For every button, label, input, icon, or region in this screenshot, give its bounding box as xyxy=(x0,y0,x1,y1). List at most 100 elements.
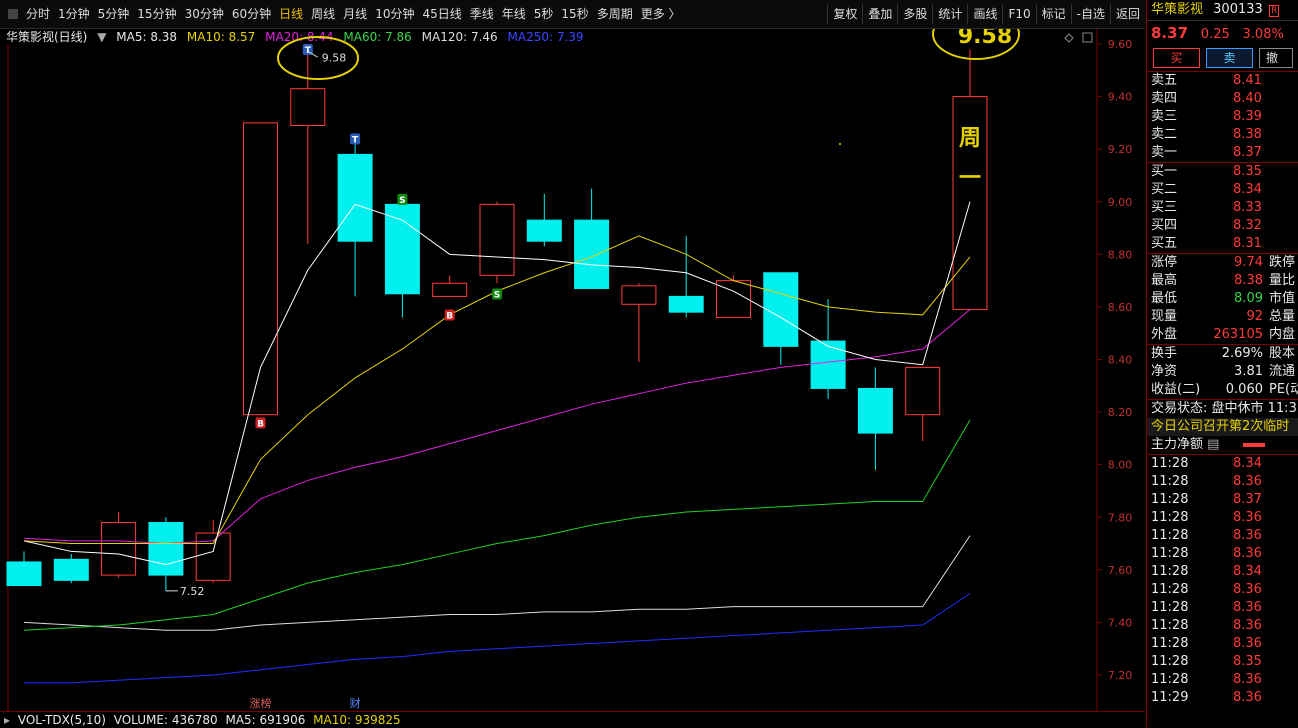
tick-time: 11:28 xyxy=(1151,528,1189,543)
tick-price: 8.36 xyxy=(1233,690,1262,705)
axis-tick-label: 8.40 xyxy=(1108,354,1133,367)
toolbar-button-6[interactable]: 标记 xyxy=(1035,4,1071,24)
bid-price: 8.35 xyxy=(1233,164,1262,179)
stat-row: 最低 8.09 市值 xyxy=(1147,290,1298,308)
period-tab-13[interactable]: 5秒 xyxy=(530,0,558,28)
candle-body xyxy=(526,219,562,242)
toolbar-button-5[interactable]: F10 xyxy=(1002,4,1035,24)
period-tab-5[interactable]: 60分钟 xyxy=(228,0,275,28)
news-ticker[interactable]: 今日公司召开第2次临时 xyxy=(1147,418,1298,436)
fund-label: 换手 xyxy=(1151,346,1178,361)
period-tab-8[interactable]: 月线 xyxy=(339,0,371,28)
tick-row: 11:28 8.36 xyxy=(1147,617,1298,635)
candle-body xyxy=(857,387,893,434)
toolbar-button-8[interactable]: 返回 xyxy=(1109,4,1145,24)
fund-label: 净资 xyxy=(1151,364,1178,379)
toolbar-button-3[interactable]: 统计 xyxy=(932,4,967,24)
kline-chart[interactable]: 9.60 9.40 9.20 9.00 8.80 8.60 8.40 8.20 8.00 7.80… xyxy=(0,29,1145,713)
period-tab-2[interactable]: 5分钟 xyxy=(94,0,134,28)
tick-price: 8.34 xyxy=(1233,456,1262,471)
cai-tag: 财 xyxy=(350,696,361,710)
toolbar-button-4[interactable]: 画线 xyxy=(967,4,1002,24)
tick-price: 8.36 xyxy=(1233,600,1262,615)
candle-body xyxy=(243,122,278,416)
period-tab-14[interactable]: 15秒 xyxy=(557,0,592,28)
vol-indicator-label[interactable]: VOL-TDX(5,10) xyxy=(18,713,106,727)
period-tab-12[interactable]: 年线 xyxy=(498,0,530,28)
candle-body xyxy=(668,295,704,313)
bid-levels: 买一 8.35 买二 8.34 买三 8.33 买四 8.32 买五 8.31 xyxy=(1147,163,1298,253)
ask-row: 卖一 8.37 xyxy=(1147,144,1298,162)
kline-svg[interactable]: 9.60 9.40 9.20 9.00 8.80 8.60 8.40 8.20 8.00 7.80… xyxy=(0,29,1145,713)
candle-body xyxy=(574,219,610,290)
t-marker: T xyxy=(352,135,359,145)
ask-price: 8.39 xyxy=(1233,109,1262,124)
axis-tick-label: 7.80 xyxy=(1108,511,1133,524)
tick-row: 11:28 8.36 xyxy=(1147,581,1298,599)
period-toolbar: 分时 1分钟 5分钟 15分钟 30分钟 60分钟 日线 周线 月线 10分钟 45日线 季线 年线 5秒… xyxy=(0,0,1145,29)
tick-row: 11:28 8.37 xyxy=(1147,491,1298,509)
price-change-pct: 3.08% xyxy=(1242,27,1284,42)
tick-list[interactable]: 11:28 8.34 11:28 8.36 11:28 8.37 11:28 8.36 11:2… xyxy=(1147,455,1298,707)
period-tab-6[interactable]: 日线 xyxy=(275,0,307,28)
bid-label: 买三 xyxy=(1151,200,1178,215)
tick-row: 11:28 8.34 xyxy=(1147,563,1298,581)
toolbar-button-1[interactable]: 叠加 xyxy=(862,4,897,24)
volume-collapse-icon[interactable]: ▸ xyxy=(4,713,10,727)
tick-row: 11:28 8.35 xyxy=(1147,653,1298,671)
sell-button[interactable]: 卖 xyxy=(1206,48,1254,68)
tick-time: 11:28 xyxy=(1151,672,1189,687)
axis-tick-label: 9.20 xyxy=(1108,143,1133,156)
period-tab-15[interactable]: 多周期 xyxy=(593,0,637,28)
fundamental-row: 净资 3.81 流通 xyxy=(1147,363,1298,381)
buy-button[interactable]: 买 xyxy=(1153,48,1201,68)
bid-row: 买三 8.33 xyxy=(1147,199,1298,217)
candle-body xyxy=(148,522,184,576)
tick-price: 8.37 xyxy=(1233,492,1262,507)
stat-row: 涨停 9.74 跌停 xyxy=(1147,254,1298,272)
fundamental-row: 换手 2.69% 股本 xyxy=(1147,345,1298,363)
axis-tick-label: 8.20 xyxy=(1108,406,1133,419)
fund-value: 3.81 xyxy=(1234,364,1263,379)
tick-time: 11:28 xyxy=(1151,564,1189,579)
period-tab-3[interactable]: 15分钟 xyxy=(133,0,180,28)
ask-label: 卖二 xyxy=(1151,127,1178,142)
period-tab-7[interactable]: 周线 xyxy=(307,0,339,28)
fund-label-2: 股本 xyxy=(1269,346,1296,361)
stat-value: 92 xyxy=(1246,309,1263,324)
stat-label: 外盘 xyxy=(1151,327,1178,342)
period-tab-9[interactable]: 10分钟 xyxy=(371,0,418,28)
period-tab-1[interactable]: 1分钟 xyxy=(54,0,94,28)
tick-time: 11:28 xyxy=(1151,618,1189,633)
s-marker: S xyxy=(494,291,500,301)
stat-label-2: 量比 xyxy=(1269,273,1296,288)
stat-value: 8.38 xyxy=(1234,273,1263,288)
vol-volume: VOLUME: 436780 xyxy=(113,713,218,727)
cancel-button[interactable]: 撤 xyxy=(1259,48,1293,68)
axis-tick-label: 8.60 xyxy=(1108,301,1133,314)
period-tab-0[interactable]: 分时 xyxy=(22,0,54,28)
weekday-annotation-yi: 一 xyxy=(959,166,981,191)
stat-label: 最高 xyxy=(1151,273,1178,288)
toolbar-button-2[interactable]: 多股 xyxy=(897,4,932,24)
stat-row: 最高 8.38 量比 xyxy=(1147,272,1298,290)
tick-price: 8.36 xyxy=(1233,636,1262,651)
panel-toggle-icon[interactable] xyxy=(8,9,18,19)
bid-label: 买四 xyxy=(1151,218,1178,233)
tick-price: 8.36 xyxy=(1233,618,1262,633)
fundamental-stats: 换手 2.69% 股本净资 3.81 流通收益(二) 0.060 PE(动) xyxy=(1147,345,1298,399)
fund-label: 收益(二) xyxy=(1151,382,1201,397)
toolbar-button-7[interactable]: -自选 xyxy=(1070,4,1110,24)
trading-status: 交易状态: 盘中休市 11:3 xyxy=(1151,401,1297,416)
stock-code: 300133 xyxy=(1213,2,1263,17)
toolbar-button-0[interactable]: 复权 xyxy=(827,4,862,24)
netflow-chart-icon[interactable]: ▤ xyxy=(1207,437,1219,452)
period-tab-16[interactable]: 更多 〉 xyxy=(637,0,685,28)
period-tab-10[interactable]: 45日线 xyxy=(418,0,465,28)
fund-label-2: 流通 xyxy=(1269,364,1296,379)
period-tab-11[interactable]: 季线 xyxy=(466,0,498,28)
stray-dot xyxy=(839,143,841,145)
tick-time: 11:28 xyxy=(1151,546,1189,561)
tick-price: 8.34 xyxy=(1233,564,1262,579)
period-tab-4[interactable]: 30分钟 xyxy=(181,0,228,28)
